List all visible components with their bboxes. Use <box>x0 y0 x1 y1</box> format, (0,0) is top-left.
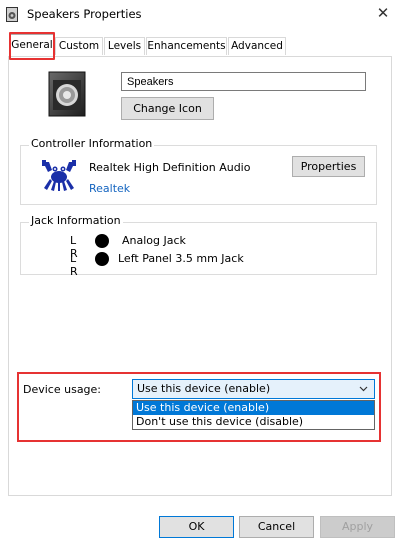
speaker-small-icon <box>6 7 18 22</box>
tab-enhancements[interactable]: Enhancements <box>146 37 227 55</box>
device-usage-option-enable[interactable]: Use this device (enable) <box>133 401 374 415</box>
tab-levels[interactable]: Levels <box>104 37 145 55</box>
jack-color-dot <box>95 252 109 266</box>
jack-channels: L R <box>70 252 78 278</box>
tab-advanced[interactable]: Advanced <box>228 37 286 55</box>
controller-description: Realtek High Definition Audio <box>89 161 251 174</box>
device-usage-option-disable[interactable]: Don't use this device (disable) <box>133 415 374 429</box>
device-usage-label: Device usage: <box>23 383 102 396</box>
tab-custom[interactable]: Custom <box>55 37 103 55</box>
realtek-crab-icon <box>42 160 76 191</box>
cancel-button[interactable]: Cancel <box>239 516 314 538</box>
title-bar: Speakers Properties ✕ <box>0 0 400 30</box>
change-icon-button[interactable]: Change Icon <box>121 97 214 120</box>
jack-label: Analog Jack <box>122 234 186 247</box>
chevron-down-icon <box>359 386 368 392</box>
tab-general[interactable]: General <box>10 34 54 56</box>
speaker-icon <box>48 71 86 117</box>
close-button[interactable]: ✕ <box>366 0 400 26</box>
window-title: Speakers Properties <box>27 7 142 21</box>
realtek-link[interactable]: Realtek <box>89 182 130 195</box>
device-usage-select[interactable]: Use this device (enable) <box>132 379 375 399</box>
jack-label: Left Panel 3.5 mm Jack <box>118 252 244 265</box>
device-usage-selected-value: Use this device (enable) <box>137 382 271 395</box>
apply-button[interactable]: Apply <box>320 516 395 538</box>
controller-properties-button[interactable]: Properties <box>292 156 365 177</box>
jack-color-dot <box>95 234 109 248</box>
device-name-input[interactable] <box>121 72 366 91</box>
controller-information-label: Controller Information <box>29 137 155 150</box>
jack-information-label: Jack Information <box>29 214 123 227</box>
device-usage-dropdown-list: Use this device (enable) Don't use this … <box>132 400 375 430</box>
ok-button[interactable]: OK <box>159 516 234 538</box>
